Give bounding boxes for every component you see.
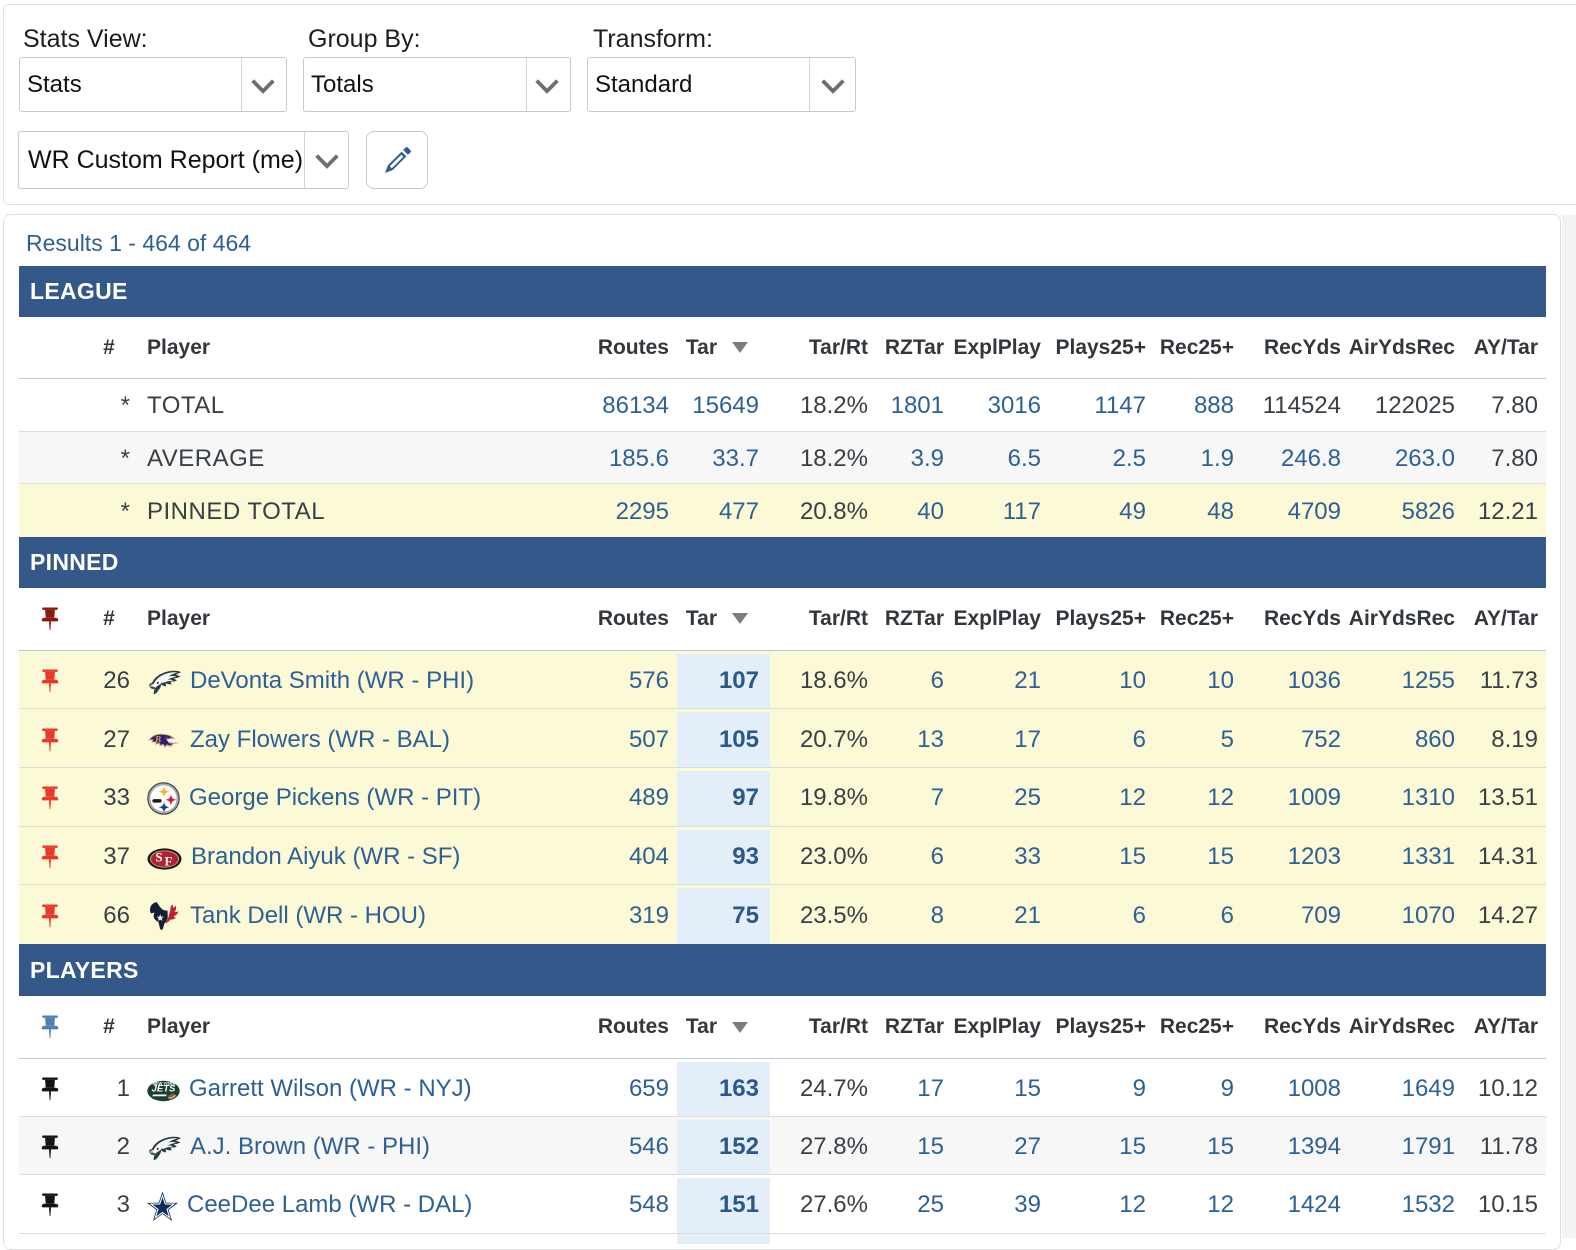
- svg-text:B: B: [154, 734, 161, 744]
- svg-text:S: S: [155, 850, 162, 865]
- svg-text:NEW YORK: NEW YORK: [153, 1081, 176, 1086]
- svg-text:F: F: [165, 854, 173, 869]
